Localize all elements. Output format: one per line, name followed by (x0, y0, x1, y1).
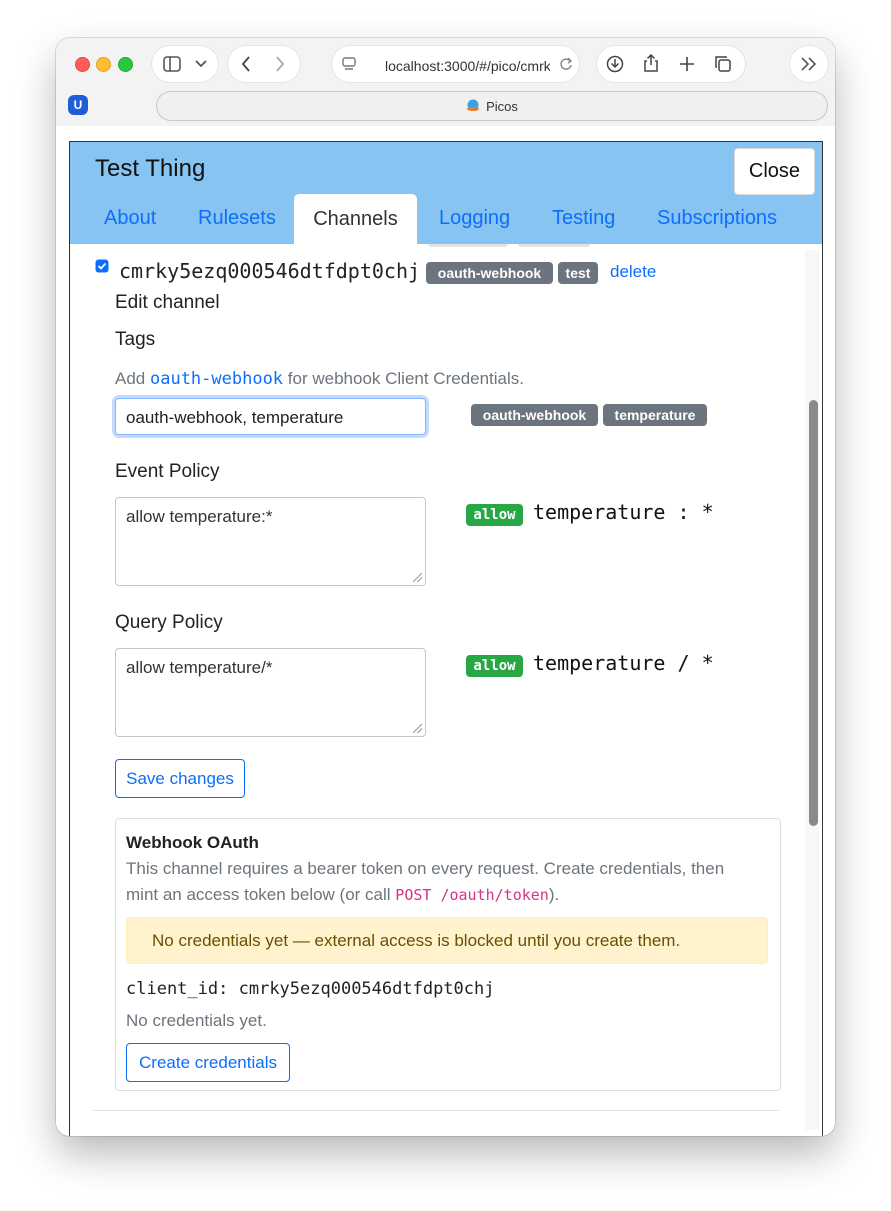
event-policy-textarea[interactable]: allow temperature:* (115, 497, 426, 586)
allow-badge: allow (466, 655, 523, 677)
new-tab-icon[interactable] (677, 54, 697, 74)
close-button[interactable]: Close (734, 148, 815, 195)
tab-subscriptions[interactable]: Subscriptions (657, 207, 777, 230)
tab-logging[interactable]: Logging (439, 207, 510, 230)
save-changes-button[interactable]: Save changes (115, 759, 245, 798)
desc-prefix: mint an access token below (or call (126, 885, 391, 904)
tags-input[interactable]: oauth-webhook, temperature (115, 398, 426, 435)
tag-badge: oauth-webhook (426, 262, 553, 284)
reload-icon[interactable] (557, 55, 575, 73)
tab-overview-icon[interactable] (713, 54, 733, 74)
browser-tab[interactable]: Picos (156, 91, 828, 121)
extension-icon[interactable]: U (68, 95, 88, 115)
chevron-down-icon[interactable] (192, 55, 210, 73)
tag-preview-badge: temperature (603, 404, 707, 426)
forward-arrow-icon[interactable] (270, 54, 290, 74)
desc-code: POST /oauth/token (395, 886, 549, 904)
no-credentials-alert: No credentials yet — external access is … (126, 917, 768, 964)
tags-hint: Add oauth-webhook for webhook Client Cre… (115, 369, 524, 389)
oauth-title: Webhook OAuth (126, 833, 259, 852)
pico-modal: Test Thing Close About Rulesets Channels… (69, 141, 823, 1136)
download-icon[interactable] (605, 54, 625, 74)
sidebar-toggle-group[interactable] (152, 46, 218, 82)
resize-handle-icon[interactable] (413, 573, 422, 582)
allow-badge: allow (466, 504, 523, 526)
tag-badge: test (558, 262, 598, 284)
tab-title: Picos (486, 98, 518, 114)
event-policy-value: allow temperature:* (126, 507, 273, 526)
query-policy-label: Query Policy (115, 612, 223, 633)
page-content: Test Thing Close About Rulesets Channels… (56, 126, 835, 1136)
client-id-row: client_id: cmrky5ezq000546dtfdpt0chj (126, 979, 494, 999)
browser-toolbar: localhost:3000/#/pico/cmrk U Picos (56, 38, 835, 126)
query-policy-value: allow temperature/* (126, 658, 273, 677)
actions-group (597, 46, 745, 82)
oauth-desc-line2: mint an access token below (or call POST… (126, 885, 559, 905)
more-tabs-button[interactable] (790, 46, 828, 82)
back-arrow-icon[interactable] (236, 54, 256, 74)
favicon-icon (466, 98, 480, 115)
tags-label: Tags (115, 329, 156, 350)
sidebar-icon[interactable] (162, 54, 182, 74)
oauth-desc-line1: This channel requires a bearer token on … (126, 859, 725, 878)
client-id-label: client_id: (126, 979, 229, 999)
query-policy-preview: temperature / * (533, 651, 714, 675)
desc-suffix: ). (548, 885, 560, 904)
hint-code: oauth-webhook (149, 369, 284, 389)
empty-credentials-text: No credentials yet. (126, 1011, 267, 1030)
tag-preview-badge: oauth-webhook (471, 404, 598, 426)
url-text[interactable]: localhost:3000/#/pico/cmrk (385, 58, 550, 74)
tab-rulesets[interactable]: Rulesets (198, 207, 276, 230)
delete-link[interactable]: delete (610, 262, 656, 282)
edit-channel-heading: Edit channel (115, 292, 220, 313)
event-policy-label: Event Policy (115, 461, 220, 482)
channel-checkbox[interactable] (95, 259, 109, 273)
tab-testing[interactable]: Testing (552, 207, 615, 230)
minimize-window-button[interactable] (96, 57, 111, 72)
scrolled-badge-edge (518, 244, 590, 247)
hint-prefix: Add (115, 369, 146, 388)
hint-suffix: for webhook Client Credentials. (287, 369, 525, 388)
query-policy-textarea[interactable]: allow temperature/* (115, 648, 426, 737)
tab-about[interactable]: About (104, 207, 156, 230)
resize-handle-icon[interactable] (413, 724, 422, 733)
event-policy-preview: temperature : * (533, 500, 714, 524)
history-nav-group (228, 46, 300, 82)
tab-channels[interactable]: Channels (294, 194, 417, 245)
create-credentials-button[interactable]: Create credentials (126, 1043, 290, 1082)
modal-header: Test Thing Close About Rulesets Channels… (70, 142, 822, 245)
webhook-oauth-card: Webhook OAuth This channel requires a be… (115, 818, 781, 1091)
client-id-value: cmrky5ezq000546dtfdpt0chj (238, 979, 495, 999)
zoom-window-button[interactable] (118, 57, 133, 72)
modal-title: Test Thing (95, 155, 206, 182)
scrollbar-thumb[interactable] (809, 400, 818, 826)
divider (93, 1110, 779, 1111)
close-window-button[interactable] (75, 57, 90, 72)
double-chevron-right-icon[interactable] (799, 55, 819, 73)
share-icon[interactable] (641, 53, 661, 73)
scrolled-badge-edge (428, 244, 508, 247)
site-settings-icon[interactable] (340, 55, 358, 73)
browser-window: localhost:3000/#/pico/cmrk U Picos Test … (56, 38, 835, 1136)
channel-id: cmrky5ezq000546dtfdpt0chj (119, 259, 421, 283)
